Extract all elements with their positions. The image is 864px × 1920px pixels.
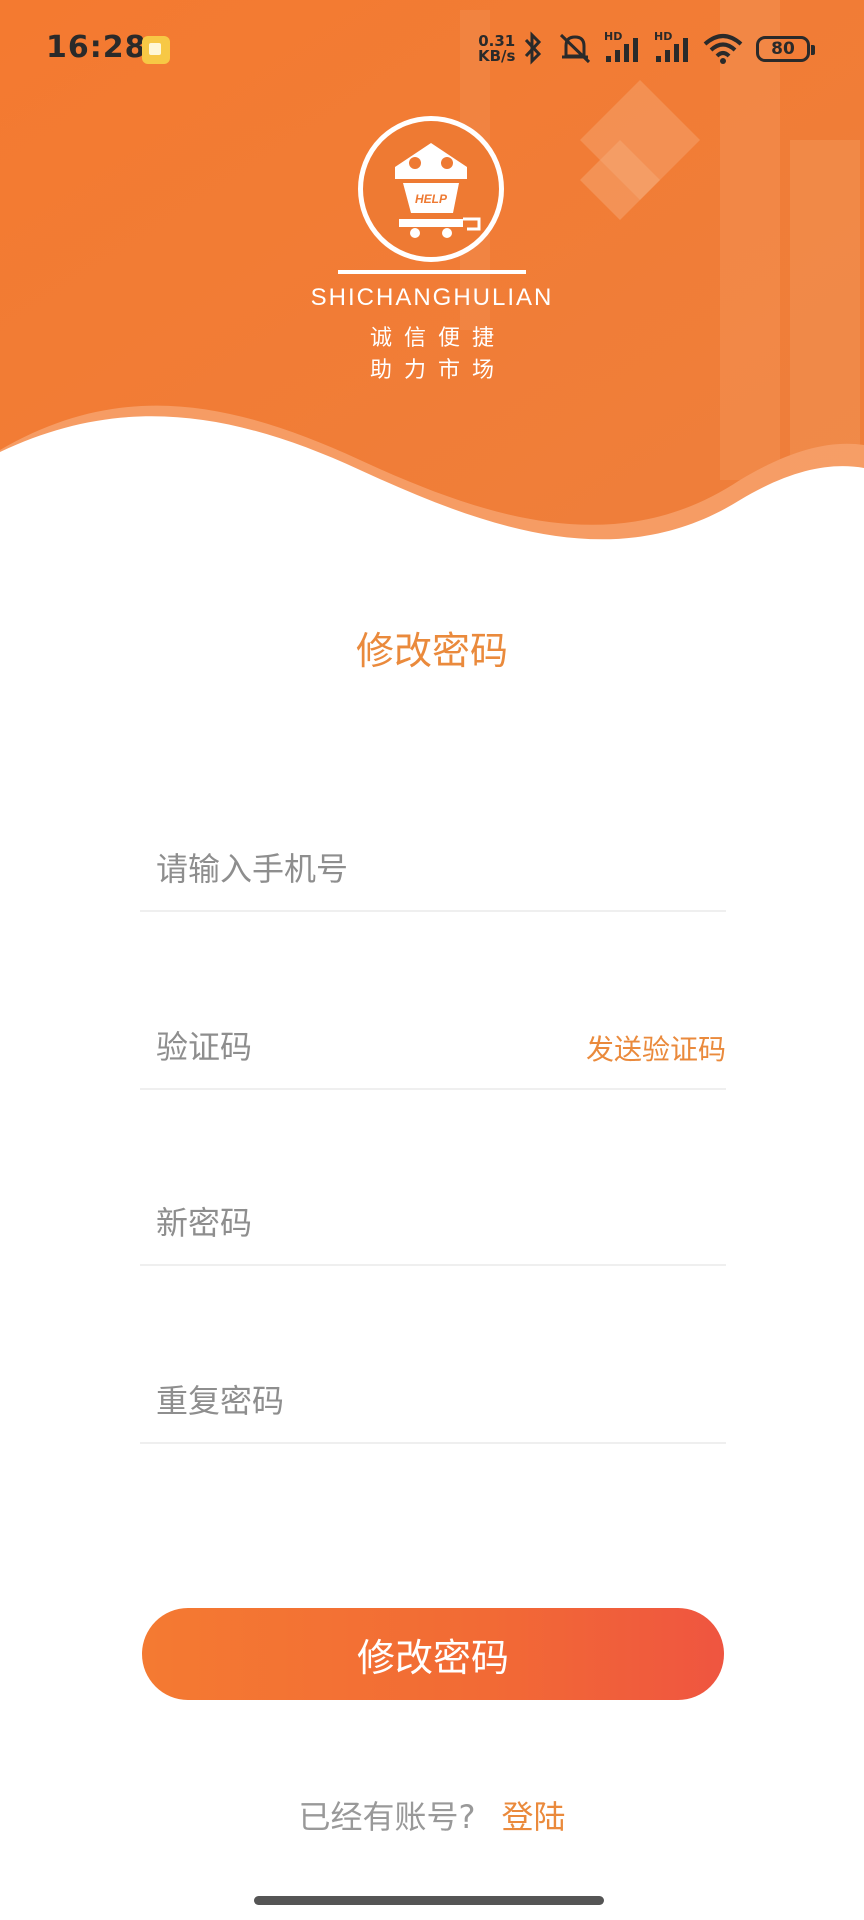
have-account-text: 已经有账号?	[298, 1798, 476, 1836]
repeat-password-input[interactable]	[156, 1376, 556, 1426]
header-banner: 16:28 0.31 KB/s HD HD 80 HELP SHICHANGHU…	[0, 0, 864, 560]
logo-divider	[338, 270, 526, 274]
new-password-field	[140, 1176, 726, 1266]
signal-icon-2	[656, 38, 688, 62]
bluetooth-icon	[524, 31, 542, 65]
logo-emblem: HELP	[358, 116, 504, 262]
phone-input[interactable]	[156, 844, 556, 894]
mute-icon	[559, 33, 591, 64]
signal-icon-1	[606, 38, 638, 62]
repeat-password-field	[140, 1354, 726, 1444]
app-logo: HELP SHICHANGHULIAN 诚信便捷 助力市场	[300, 112, 564, 392]
network-speed-unit: KB/s	[478, 47, 516, 65]
status-time: 16:28	[46, 30, 147, 65]
brand-name: SHICHANGHULIAN	[310, 284, 554, 311]
logo-badge-text: HELP	[415, 192, 448, 206]
shopping-cart-house-icon: HELP	[395, 143, 481, 238]
network-speed: 0.31 KB/s	[478, 34, 515, 64]
slogan-line-1: 诚信便捷	[369, 326, 506, 351]
verification-code-input[interactable]	[156, 1022, 556, 1072]
status-bar: 16:28 0.31 KB/s HD HD 80	[0, 0, 864, 100]
login-prompt: 已经有账号? 登陆	[0, 1792, 864, 1838]
home-indicator[interactable]	[254, 1896, 604, 1905]
new-password-input[interactable]	[156, 1198, 556, 1248]
login-link[interactable]: 登陆	[501, 1798, 565, 1836]
wifi-icon	[703, 34, 743, 64]
verification-code-field: 发送验证码	[140, 1000, 726, 1090]
send-code-button[interactable]: 发送验证码	[586, 1028, 726, 1068]
phone-field	[140, 822, 726, 912]
change-password-button[interactable]: 修改密码	[142, 1608, 724, 1700]
battery-indicator: 80	[756, 36, 815, 62]
slogan-line-2: 助力市场	[369, 358, 506, 383]
notes-app-icon	[142, 36, 170, 64]
page-title: 修改密码	[355, 629, 508, 673]
